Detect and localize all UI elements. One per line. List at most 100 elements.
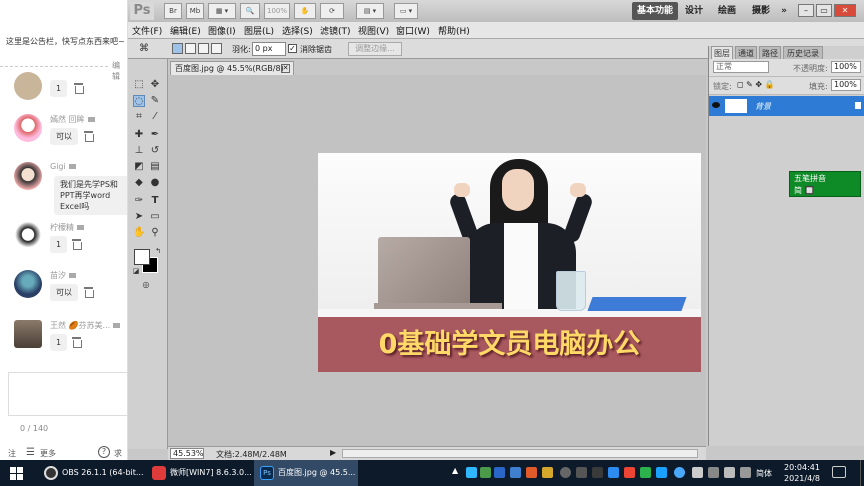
workspace-essentials[interactable]: 基本功能 <box>632 2 678 20</box>
crop-tool-icon[interactable]: ⌗ <box>133 111 145 123</box>
show-desktop-button[interactable] <box>860 460 864 486</box>
default-colors-icon[interactable]: ◪ <box>130 265 142 277</box>
lasso-preset-icon[interactable]: ⌘ <box>138 43 150 55</box>
screen-mode-icon[interactable]: ▭ ▾ <box>394 3 418 19</box>
minimize-icon[interactable]: – <box>798 4 814 17</box>
workspace-painting[interactable]: 绘画 <box>714 2 740 20</box>
volume-icon[interactable] <box>724 467 735 478</box>
intersect-selection-icon[interactable] <box>211 43 222 54</box>
avatar[interactable] <box>14 72 42 100</box>
taskbar-item-weishi[interactable]: 微师[WIN7] 8.6.3.0... <box>146 460 252 486</box>
network-icon[interactable] <box>692 467 703 478</box>
menu-select[interactable]: 选择(S) <box>282 24 313 37</box>
tab-history[interactable]: 历史记录 <box>783 46 823 59</box>
menu-file[interactable]: 文件(F) <box>132 24 162 37</box>
tray-expand-icon[interactable]: ▲ <box>452 466 458 475</box>
delete-icon[interactable] <box>72 239 82 250</box>
tray-app-icon[interactable] <box>608 467 619 478</box>
minibridge-icon[interactable]: Mb <box>186 3 204 19</box>
tray-app-icon[interactable] <box>510 467 521 478</box>
foreground-color-swatch-front[interactable] <box>134 249 150 265</box>
avatar[interactable] <box>14 222 42 250</box>
request-button[interactable]: 求 <box>114 448 122 459</box>
tray-app-icon[interactable] <box>560 467 571 478</box>
marquee-tool-icon[interactable]: ⬚ <box>133 79 145 91</box>
delete-icon[interactable] <box>74 83 84 94</box>
taskbar-item-photoshop[interactable]: Ps 百度图.jpg @ 45.5... <box>254 460 358 486</box>
brush-tool-icon[interactable]: ✒ <box>149 129 161 141</box>
opacity-input[interactable]: 100% <box>831 61 861 73</box>
zoom-select[interactable]: 100% <box>264 3 290 19</box>
delete-icon[interactable] <box>84 131 94 142</box>
close-icon[interactable]: ✕ <box>834 4 856 17</box>
blur-tool-icon[interactable]: ◆ <box>133 177 145 189</box>
add-selection-icon[interactable] <box>185 43 196 54</box>
type-tool-icon[interactable]: T <box>149 195 161 207</box>
restore-icon[interactable]: ▭ <box>816 4 832 17</box>
layer-row[interactable]: 背景 <box>709 96 864 116</box>
history-brush-icon[interactable]: ↺ <box>149 145 161 157</box>
tray-app-icon[interactable] <box>526 467 537 478</box>
message-input[interactable] <box>8 372 127 416</box>
delete-icon[interactable] <box>84 287 94 298</box>
tray-app-icon[interactable] <box>480 467 491 478</box>
new-selection-icon[interactable] <box>172 43 183 54</box>
workspace-photography[interactable]: 摄影 <box>748 2 774 20</box>
eye-icon[interactable] <box>712 102 720 108</box>
rotate-view-icon[interactable]: ⟳ <box>320 3 344 19</box>
delete-icon[interactable] <box>72 337 82 348</box>
notice-edit-button[interactable]: 编辑 <box>110 60 127 82</box>
hand-tool-icon[interactable]: ✋ <box>294 3 316 19</box>
fill-input[interactable]: 100% <box>831 79 861 91</box>
eraser-tool-icon[interactable]: ◩ <box>133 161 145 173</box>
refine-edge-button[interactable]: 调整边缘... <box>348 42 402 56</box>
menu-icon[interactable]: ☰ <box>26 447 35 458</box>
ime-toolbar[interactable]: 五笔拼音 简 🔲 <box>789 171 861 197</box>
wechat-icon[interactable] <box>640 467 651 478</box>
avatar[interactable] <box>14 114 42 142</box>
menu-filter[interactable]: 滤镜(T) <box>320 24 351 37</box>
arrange-docs-icon[interactable]: ▤ ▾ <box>356 3 384 19</box>
lasso-tool-icon[interactable]: ◌ <box>133 95 145 107</box>
quick-mask-icon[interactable]: ◎ <box>140 279 152 291</box>
avatar[interactable] <box>14 162 42 190</box>
antialias-checkbox[interactable]: ✓ <box>288 44 297 53</box>
tab-channels[interactable]: 通道 <box>735 46 757 59</box>
menu-layer[interactable]: 图层(L) <box>244 24 274 37</box>
menu-help[interactable]: 帮助(H) <box>438 24 470 37</box>
clock[interactable]: 20:04:41 2021/4/8 <box>780 462 824 484</box>
tray-app-icon[interactable] <box>494 467 505 478</box>
zoom-tool-icon[interactable]: 🔍 <box>240 3 260 19</box>
tab-layers[interactable]: 图层 <box>711 46 733 59</box>
canvas-area[interactable]: 0基础学文员电脑办公 <box>168 75 706 446</box>
tray-app-icon[interactable] <box>576 467 587 478</box>
feather-input[interactable]: 0 px <box>252 42 286 56</box>
more-button[interactable]: 更多 <box>40 448 56 459</box>
display-icon[interactable] <box>708 467 719 478</box>
speaker-icon[interactable] <box>740 467 751 478</box>
workspace-design[interactable]: 设计 <box>682 2 706 20</box>
healing-brush-icon[interactable]: ✚ <box>133 129 145 141</box>
menu-image[interactable]: 图像(I) <box>208 24 236 37</box>
shape-tool-icon[interactable]: ▭ <box>149 211 161 223</box>
bridge-icon[interactable]: Br <box>164 3 182 19</box>
ime-lang-indicator[interactable]: 简体 <box>756 468 772 479</box>
lock-icons[interactable]: ◻ ✎ ✥ 🔒 <box>737 80 775 89</box>
avatar[interactable] <box>14 320 42 348</box>
pen-tool-icon[interactable]: ✑ <box>133 195 145 207</box>
path-select-icon[interactable]: ➤ <box>133 211 145 223</box>
tab-paths[interactable]: 路径 <box>759 46 781 59</box>
menu-view[interactable]: 视图(V) <box>358 24 389 37</box>
help-icon[interactable]: ? <box>98 446 110 458</box>
horizontal-scrollbar[interactable] <box>342 449 698 458</box>
tray-app-icon[interactable] <box>674 467 685 478</box>
workspace-more[interactable]: » <box>778 2 790 20</box>
dodge-tool-icon[interactable]: ● <box>149 177 161 189</box>
document-image[interactable]: 0基础学文员电脑办公 <box>318 153 701 372</box>
menu-edit[interactable]: 编辑(E) <box>170 24 201 37</box>
close-tab-icon[interactable]: ✕ <box>281 64 290 73</box>
view-extras-icon[interactable]: ▦ ▾ <box>208 3 236 19</box>
tray-app-icon[interactable] <box>466 467 477 478</box>
blend-mode-select[interactable]: 正常 <box>713 61 769 73</box>
document-tab[interactable]: 百度图.jpg @ 45.5%(RGB/8) ✕ <box>170 61 294 75</box>
